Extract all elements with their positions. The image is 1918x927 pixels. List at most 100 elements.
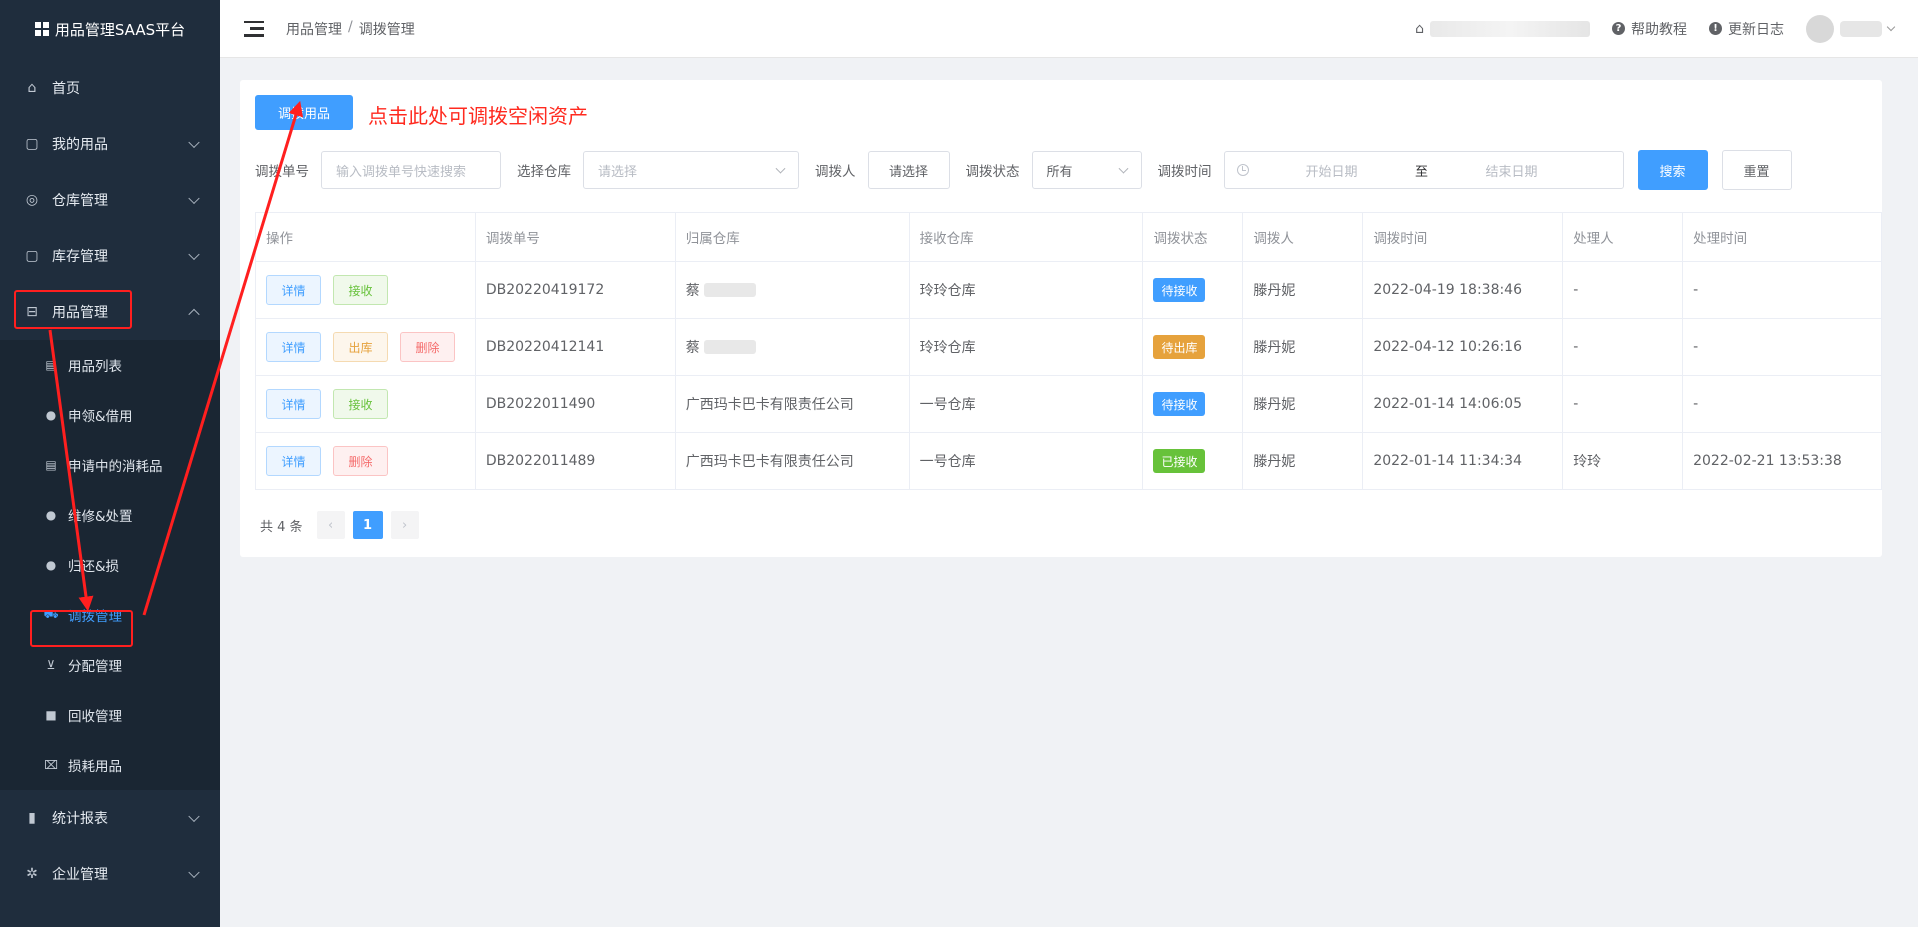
sidebar-subitem-pending-consumables[interactable]: ▤ 申请中的消耗品 [0, 440, 220, 490]
start-date-input[interactable]: 开始日期 [1257, 161, 1407, 180]
top-header: 用品管理 / 调拨管理 ⌂ ? 帮助教程 ! 更新日志 [220, 0, 1918, 58]
sidebar-item-enterprise[interactable]: ✲ 企业管理 [0, 846, 220, 902]
home-icon: ⌂ [27, 80, 37, 96]
app-logo[interactable]: 用品管理SAAS平台 [0, 0, 220, 58]
detail-button[interactable]: 详情 [266, 389, 321, 419]
home-icon: ⌂ [1415, 20, 1424, 37]
status-badge: 待接收 [1153, 278, 1206, 302]
chevron-down-icon [188, 866, 200, 879]
outbound-button[interactable]: 出库 [333, 332, 388, 362]
sidebar-subitem-consumed[interactable]: ⌧ 损耗用品 [0, 740, 220, 790]
gear-icon: ✲ [26, 866, 38, 882]
search-button[interactable]: 搜索 [1637, 150, 1708, 190]
transferrer-label: 调拨人 [815, 164, 856, 180]
chevron-down-icon [775, 163, 786, 174]
order-label: 调拨单号 [255, 164, 309, 180]
detail-button[interactable]: 详情 [266, 332, 321, 362]
sidebar-item-supplies-management[interactable]: ⊟ 用品管理 [0, 284, 220, 340]
clipboard-icon: ▤ [45, 458, 57, 472]
status-badge: 已接收 [1153, 449, 1206, 473]
bar-chart-icon: ▮ [28, 810, 36, 826]
reset-button[interactable]: 重置 [1721, 150, 1792, 190]
sidebar-item-my-supplies[interactable]: ▢ 我的用品 [0, 116, 220, 172]
inbox-icon: ⊟ [26, 304, 38, 320]
changelog-link[interactable]: ! 更新日志 [1709, 19, 1784, 39]
sidebar-subitem-allocation[interactable]: ⊻ 分配管理 [0, 640, 220, 690]
sidebar-subitem-supplies-list[interactable]: ▤ 用品列表 [0, 340, 220, 390]
warehouse-label: 选择仓库 [517, 164, 571, 180]
database-icon: ◎ [25, 192, 39, 208]
sidebar-subitem-return-loss[interactable]: ● 归还&损 [0, 540, 220, 590]
header-actions: ⌂ ? 帮助教程 ! 更新日志 [1415, 14, 1918, 43]
time-label: 调拨时间 [1157, 164, 1212, 180]
bag-icon: ▢ [25, 248, 39, 264]
chevron-down-icon [188, 136, 200, 149]
order-number-input[interactable]: 输入调拨单号快速搜索 [321, 151, 501, 189]
status-label: 调拨状态 [965, 164, 1020, 180]
company-home-link[interactable]: ⌂ [1415, 20, 1590, 37]
chevron-down-icon [188, 810, 200, 823]
trash-icon: ⌧ [44, 758, 58, 772]
help-icon: ? [1612, 22, 1625, 35]
transferrer-select-button[interactable]: 请选择 [867, 151, 950, 189]
delete-button[interactable]: 删除 [400, 332, 455, 362]
status-select[interactable]: 所有 [1031, 151, 1142, 189]
blurred-text [703, 340, 756, 354]
warehouse-select[interactable]: 请选择 [583, 151, 799, 189]
truck-icon: ⛟ [43, 607, 59, 621]
prev-page-button[interactable]: ‹ [316, 511, 345, 539]
chevron-down-icon [1118, 163, 1128, 174]
total-count: 共 4 条 [260, 519, 303, 535]
blurred-username [1840, 20, 1882, 37]
sidebar-subitem-recycle[interactable]: ■ 回收管理 [0, 690, 220, 740]
app-title: 用品管理SAAS平台 [54, 20, 186, 39]
chevron-down-icon [1886, 22, 1896, 31]
grid-icon [34, 22, 49, 36]
date-range-picker[interactable]: 开始日期 至 结束日期 [1223, 151, 1624, 189]
user-icon: ● [45, 408, 57, 422]
range-separator: 至 [1414, 164, 1428, 180]
receive-button[interactable]: 接收 [333, 275, 388, 305]
sidebar-item-reports[interactable]: ▮ 统计报表 [0, 790, 220, 846]
annotation-text: 点击此处可调拨空闲资产 [368, 104, 588, 128]
sidebar-item-home[interactable]: ⌂ 首页 [0, 60, 220, 116]
clipboard-icon: ▤ [45, 358, 57, 372]
user-menu[interactable] [1806, 14, 1896, 43]
user-icon: ● [45, 558, 57, 572]
box-icon: ■ [45, 708, 57, 722]
delete-button[interactable]: 删除 [333, 446, 388, 476]
sidebar-subitem-repair-dispose[interactable]: ● 维修&处置 [0, 490, 220, 540]
cart-icon: ⊻ [46, 658, 56, 672]
pagination: 共 4 条 ‹ 1 › [260, 511, 419, 539]
sidebar-subitem-transfer-management[interactable]: ⛟ 调拨管理 [0, 590, 220, 640]
transfer-table: 操作 调拨单号 归属仓库 接收仓库 调拨状态 调拨人 调拨时间 处理人 处理时间… [255, 212, 1882, 490]
detail-button[interactable]: 详情 [266, 446, 321, 476]
breadcrumb-item: 调拨管理 [358, 21, 415, 38]
main-card: 调拨用品 点击此处可调拨空闲资产 调拨单号 输入调拨单号快速搜索 选择仓库 请选… [240, 80, 1882, 557]
current-page[interactable]: 1 [352, 511, 383, 539]
hamburger-menu-icon[interactable] [244, 20, 264, 37]
status-badge: 待出库 [1153, 335, 1206, 359]
detail-button[interactable]: 详情 [266, 275, 321, 305]
next-page-button[interactable]: › [390, 511, 419, 539]
bag-icon: ▢ [25, 136, 39, 152]
breadcrumb-item[interactable]: 用品管理 [286, 19, 342, 39]
avatar [1806, 14, 1834, 43]
end-date-input[interactable]: 结束日期 [1437, 161, 1587, 180]
breadcrumb: 用品管理 / 调拨管理 [286, 18, 415, 39]
status-badge: 待接收 [1153, 392, 1206, 416]
blurred-text [703, 283, 756, 297]
chevron-down-icon [188, 248, 200, 261]
table-row: 详情 接收 DB2022011490 广西玛卡巴卡有限责任公司 一号仓库 待接收… [256, 376, 1882, 433]
clock-icon [1236, 164, 1249, 176]
help-link[interactable]: ? 帮助教程 [1612, 19, 1687, 39]
info-icon: ! [1709, 22, 1722, 35]
sidebar-item-inventory[interactable]: ▢ 库存管理 [0, 228, 220, 284]
sidebar-item-warehouse[interactable]: ◎ 仓库管理 [0, 172, 220, 228]
sidebar-subitem-apply-borrow[interactable]: ● 申领&借用 [0, 390, 220, 440]
transfer-supplies-button[interactable]: 调拨用品 [255, 95, 353, 130]
chevron-up-icon [188, 308, 200, 321]
receive-button[interactable]: 接收 [333, 389, 388, 419]
blurred-company-name [1430, 20, 1590, 37]
table-header: 操作 调拨单号 归属仓库 接收仓库 调拨状态 调拨人 调拨时间 处理人 处理时间 [256, 213, 1882, 262]
